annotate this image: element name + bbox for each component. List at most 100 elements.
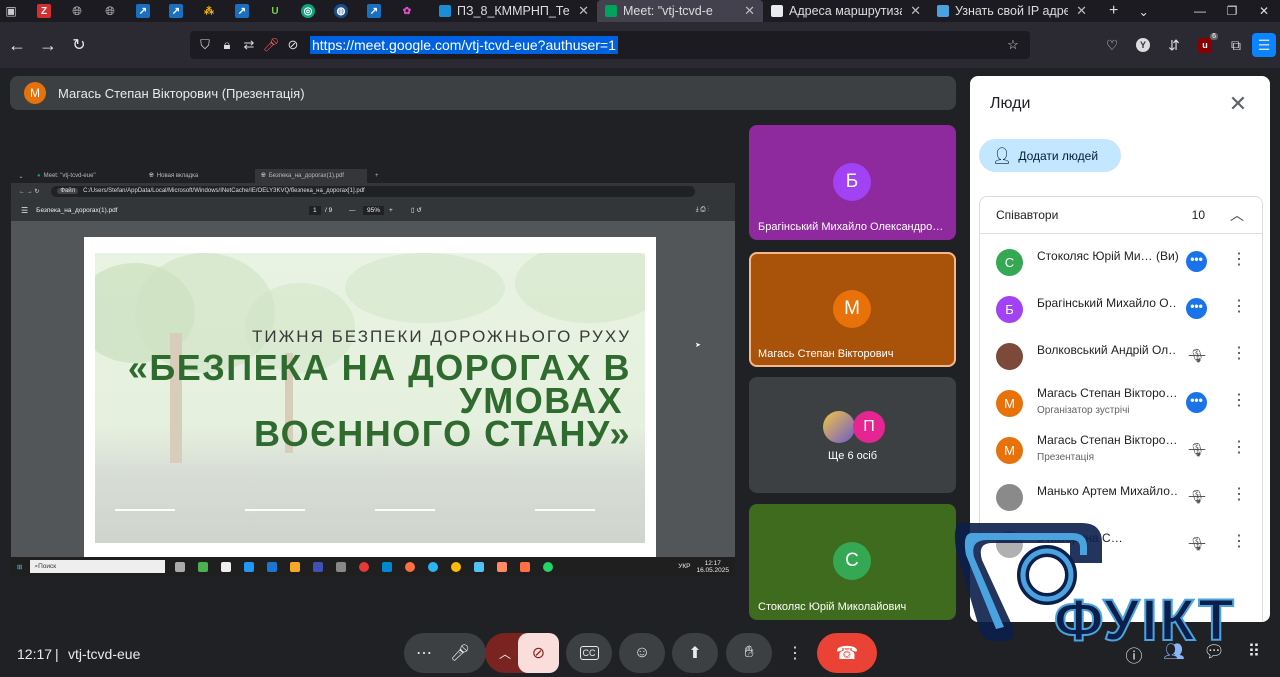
pinned-tab-sumdu-icon[interactable]: ◍: [330, 0, 352, 22]
participant-tile[interactable]: С Стоколяс Юрій Миколайович: [749, 504, 956, 620]
ublock-icon[interactable]: u6: [1190, 30, 1220, 60]
captions-button[interactable]: CC: [566, 633, 612, 673]
shared-nav-icons: ← → ↻: [19, 188, 40, 195]
separator: |: [55, 646, 59, 662]
chevron-up-icon[interactable]: ︿: [1230, 205, 1244, 225]
pinned-tab-doc-3[interactable]: ↗: [231, 0, 253, 22]
participant-row[interactable]: С Стоколяс Юрій Ми… (Ви) ••• ⋮: [980, 242, 1264, 282]
mic-muted-icon: 🎙︎: [1188, 348, 1206, 363]
participant-avatar: Б: [996, 296, 1023, 323]
yandex-ext-icon[interactable]: Y: [1128, 30, 1158, 60]
tab-favicon: [937, 5, 949, 17]
pinned-tab-flower-icon[interactable]: ✿: [396, 0, 418, 22]
emoji-icon: ☺: [633, 644, 651, 661]
browser-navbar: ← → ↻ ⛉ 🔒︎ ⇄ 🎤︎ ⊘ https://meet.google.co…: [0, 22, 1280, 68]
browser-tab[interactable]: Meet: "vtj-tcvd-e ✕: [597, 0, 763, 22]
restore-icon[interactable]: ❐: [1216, 0, 1248, 22]
contributors-header[interactable]: Співавтори 10 ︿: [980, 197, 1262, 234]
leave-call-button[interactable]: ☎: [817, 633, 877, 673]
forward-icon[interactable]: →: [33, 30, 63, 60]
close-tab-icon[interactable]: ✕: [1076, 3, 1087, 19]
tile-avatar: П: [853, 411, 885, 443]
pdf-title: Безпека_на_дорогах(1).pdf: [36, 206, 118, 214]
microphone-active-icon[interactable]: 🎤︎: [260, 37, 282, 53]
raise-hand-button[interactable]: ✋︎: [726, 633, 772, 673]
pinned-tab-globe-icon[interactable]: 🌐︎: [66, 0, 88, 22]
participant-more-icon[interactable]: ⋮: [1231, 249, 1247, 269]
puzzle-icon[interactable]: ⧉: [1221, 30, 1251, 60]
pinned-tab-doc-4[interactable]: ↗: [363, 0, 385, 22]
bookmark-star-icon[interactable]: ☆: [1002, 37, 1024, 53]
participant-tile[interactable]: Б Брагінський Михайло Олександро…: [749, 125, 956, 240]
participant-avatar: [996, 343, 1023, 370]
tab-label: Узнать свой IP адре: [955, 4, 1069, 18]
participant-name: Брагінський Михайло О…: [1037, 296, 1177, 310]
pocket-icon[interactable]: ♡: [1097, 30, 1127, 60]
permissions-icon[interactable]: ⇄: [238, 37, 260, 53]
pinned-tab-u[interactable]: U: [264, 0, 286, 22]
shared-url-bar: ← → ↻ Файл C:/Users/Stefan/AppData/Local/…: [11, 183, 735, 199]
more-dots-icon: ⋯: [416, 645, 432, 662]
reload-icon[interactable]: ↻: [64, 30, 94, 60]
mouse-cursor-icon: ➤: [695, 342, 701, 349]
contributors-count: 10: [1191, 208, 1205, 222]
lock-icon[interactable]: 🔒︎: [216, 37, 238, 53]
back-icon[interactable]: ←: [2, 30, 32, 60]
more-options-button[interactable]: ⋮: [779, 633, 811, 673]
pinned-tab-nodes-icon[interactable]: ⁂: [198, 0, 220, 22]
menu-icon[interactable]: ☰: [1252, 33, 1276, 57]
pinned-tab-globe-icon-2[interactable]: 🌐︎: [99, 0, 121, 22]
browser-tab[interactable]: Адреса маршрутиза ✕: [763, 0, 929, 22]
pdf-slide: ТИЖНЯ БЕЗПЕКИ ДОРОЖНЬОГО РУХУ «БЕЗПЕКА Н…: [84, 237, 656, 557]
close-panel-icon[interactable]: ✕: [1224, 90, 1252, 118]
you-label: (Ви): [1156, 249, 1179, 263]
participant-tile[interactable]: М Магась Степан Вікторович: [749, 252, 956, 367]
participant-more-icon[interactable]: ⋮: [1231, 484, 1247, 504]
participant-avatar: М: [996, 390, 1023, 417]
participant-more-icon[interactable]: ⋮: [1231, 437, 1247, 457]
participant-name: Магась Степан Вікторо…: [1037, 433, 1177, 447]
reactions-button[interactable]: ☺: [619, 633, 665, 673]
close-tab-icon[interactable]: ✕: [910, 3, 921, 19]
extensions-icon[interactable]: ⇵: [1159, 30, 1189, 60]
tab-list-chevron-icon[interactable]: ⌄: [1130, 0, 1156, 22]
more-audio-options-button[interactable]: ⋯ 🎤︎: [404, 633, 486, 673]
tab-label: Meet: "vtj-tcvd-e: [623, 4, 713, 18]
participant-row[interactable]: Волковський Андрій Ол… 🎙︎ ⋮: [980, 336, 1264, 376]
tab-favicon: [439, 5, 451, 17]
mic-muted-icon: 🎙︎: [1188, 442, 1206, 457]
close-tab-icon[interactable]: ✕: [578, 3, 589, 19]
participant-row[interactable]: М Магась Степан Вікторо… Організатор зустр…: [980, 383, 1264, 423]
close-tab-icon[interactable]: ✕: [744, 3, 755, 19]
browser-tab[interactable]: ПЗ_8_КММРНП_Тем ✕: [431, 0, 597, 22]
pinned-tab-doc-2[interactable]: ↗: [165, 0, 187, 22]
shared-tab-pdf: 🌐︎ Безпека_на_дорогах(1).pdf: [255, 169, 367, 183]
participant-more-icon[interactable]: ⋮: [1231, 343, 1247, 363]
shared-browser-tabs: ⌄ ● Meet: "vtj-tcvd-eue" 🌐︎ Новая вкладка …: [11, 169, 735, 183]
participant-row[interactable]: М Магась Степан Вікторо… Презентація 🎙︎ ⋮: [980, 430, 1264, 470]
participant-more-icon[interactable]: ⋮: [1231, 296, 1247, 316]
url-text[interactable]: https://meet.google.com/vtj-tcvd-eue?aut…: [310, 36, 618, 54]
participant-row[interactable]: Б Брагінський Михайло О… ••• ⋮: [980, 289, 1264, 329]
new-tab-button[interactable]: +: [1101, 0, 1126, 22]
minimize-icon[interactable]: —: [1184, 0, 1216, 22]
camera-off-button[interactable]: ⊘: [518, 633, 559, 673]
shield-icon[interactable]: ⛉: [194, 37, 216, 53]
slide-illustration: ТИЖНЯ БЕЗПЕКИ ДОРОЖНЬОГО РУХУ «БЕЗПЕКА Н…: [95, 253, 645, 543]
camera-blocked-icon[interactable]: ⊘: [282, 37, 304, 53]
participant-row[interactable]: Манько Артем Михайло… 🎙︎ ⋮: [980, 477, 1264, 517]
present-button[interactable]: ⬆: [672, 633, 718, 673]
participant-more-icon[interactable]: ⋮: [1231, 390, 1247, 410]
pinned-tab-openai-icon[interactable]: ◎: [297, 0, 319, 22]
browser-tab[interactable]: Узнать свой IP адре ✕: [929, 0, 1095, 22]
pinned-tab-z[interactable]: Z: [33, 0, 55, 22]
pinned-tab-doc-1[interactable]: ↗: [132, 0, 154, 22]
shared-tab-menu-icon: ⌄: [18, 173, 24, 180]
url-bar[interactable]: ⛉ 🔒︎ ⇄ 🎤︎ ⊘ https://meet.google.com/vtj-…: [190, 31, 1030, 59]
tab-overview-icon[interactable]: ▣: [0, 0, 22, 22]
chevron-up-icon: ︿: [499, 646, 512, 661]
add-people-button[interactable]: 👤︎ Додати людей: [979, 139, 1121, 172]
close-window-icon[interactable]: ✕: [1248, 0, 1280, 22]
logo-text: ФУІКТ: [1054, 588, 1236, 653]
participant-tile[interactable]: П Ще 6 осіб: [749, 377, 956, 493]
